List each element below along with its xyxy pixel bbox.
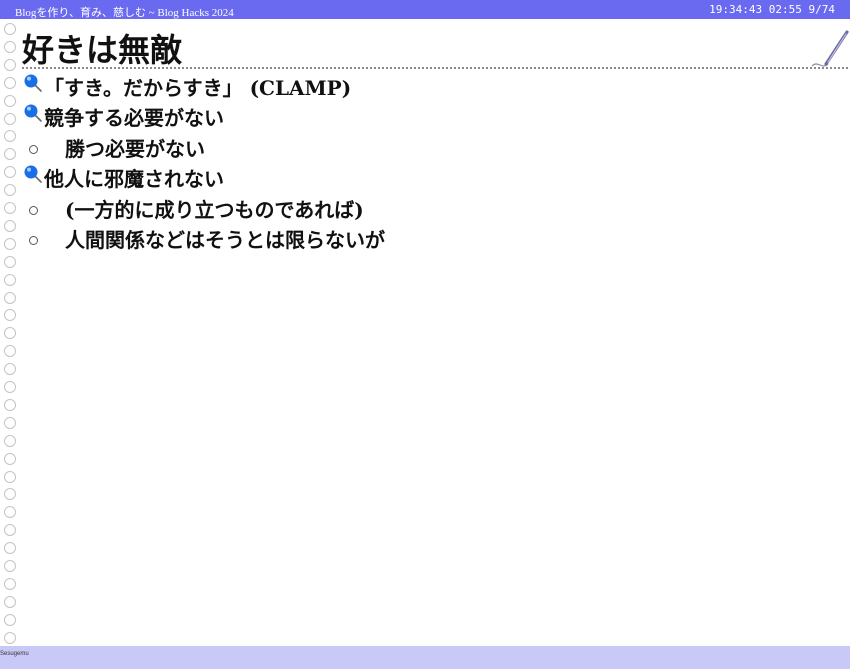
notebook-ring-icon — [4, 291, 16, 304]
pushpin-icon — [24, 104, 42, 123]
notebook-ring-icon — [4, 381, 16, 393]
notebook-ring-icon — [4, 506, 16, 519]
notebook-ring-icon — [4, 273, 16, 286]
page-counter: 9/74 — [808, 3, 836, 16]
notebook-ring-icon — [4, 40, 16, 53]
slide-title: 好きは無敵 — [22, 31, 183, 69]
clock-time: 19:34:43 — [709, 3, 763, 16]
notebook-ring-icon — [4, 470, 16, 483]
notebook-ring-icon — [4, 577, 16, 590]
notebook-ring-icon — [4, 613, 16, 626]
bullet-item: 「すき。だからすき」 (CLAMP) — [44, 76, 352, 100]
footer-bar: Sesugemu — [0, 646, 850, 669]
notebook-ring-icon — [4, 434, 16, 447]
title-divider — [22, 67, 848, 69]
notebook-ring-icon — [4, 363, 16, 376]
circle-bullet-icon — [29, 144, 38, 154]
header-bar: Blogを作り、育み、慈しむ ~ Blog Hacks 2024 19:34:4… — [0, 0, 850, 19]
notebook-ring-icon — [4, 416, 16, 429]
sub-bullet-item: (一方的に成り立つものであれば) — [65, 197, 364, 222]
presentation-title: Blogを作り、育み、慈しむ ~ Blog Hacks 2024 — [15, 7, 234, 19]
bullet-item: 競争する必要がない — [44, 106, 224, 131]
sub-bullet-item: 人間関係などはそうとは限らないが — [65, 228, 385, 252]
status-readout: 19:34:43 02:55 9/74 — [709, 3, 835, 16]
notebook-ring-icon — [4, 23, 16, 35]
notebook-ring-icon — [4, 542, 16, 555]
circle-bullet-icon — [29, 205, 38, 215]
footer-label: Sesugemu — [0, 651, 29, 657]
sub-bullet-item: 勝つ必要がない — [65, 136, 205, 161]
pen-icon — [811, 30, 849, 67]
notebook-ring-icon — [4, 488, 16, 501]
notebook-ring-icon — [4, 452, 16, 465]
notebook-ring-icon — [4, 524, 16, 537]
notebook-ring-icon — [4, 631, 16, 644]
notebook-ring-icon — [4, 398, 16, 411]
elapsed-time: 02:55 — [768, 3, 802, 16]
notebook-ring-icon — [4, 327, 16, 340]
notebook-ring-icon — [4, 595, 16, 608]
notebook-ring-icon — [4, 345, 16, 358]
bullet-item: 他人に邪魔されない — [44, 167, 224, 192]
pushpin-icon — [24, 74, 42, 92]
notebook-ring-icon — [4, 560, 16, 572]
pushpin-icon — [24, 165, 42, 183]
circle-bullet-icon — [29, 236, 38, 245]
notebook-ring-icon — [4, 58, 16, 71]
bullet-list: 「すき。だからすき」 (CLAMP) 競争する必要がない 勝つ必要がない 他人に邪魔さ… — [0, 74, 850, 274]
notebook-ring-icon — [4, 309, 16, 322]
